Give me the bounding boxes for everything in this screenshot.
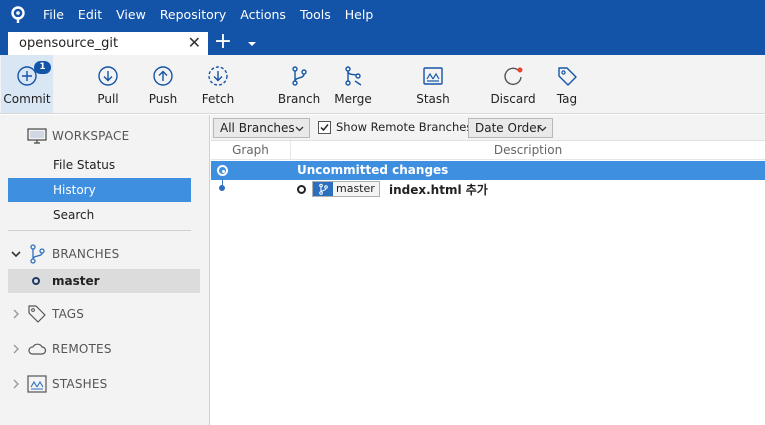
chevron-down-icon[interactable] xyxy=(10,248,22,260)
workspace-header: WORKSPACE xyxy=(0,124,210,148)
branch-filter-dropdown[interactable]: All Branches xyxy=(213,118,310,138)
tags-header[interactable]: TAGS xyxy=(0,302,210,326)
menu-view[interactable]: View xyxy=(109,0,153,30)
commit-label: Commit xyxy=(3,92,51,106)
pull-label: Pull xyxy=(97,92,119,106)
workspace-label: WORKSPACE xyxy=(52,129,130,143)
push-label: Push xyxy=(148,92,178,106)
stash-label: Stash xyxy=(416,92,450,106)
commit-node-icon xyxy=(219,185,225,191)
tag-icon xyxy=(558,67,577,86)
stash-icon xyxy=(27,375,47,393)
tab-title: opensource_git xyxy=(19,36,119,51)
tag-button[interactable]: Tag xyxy=(552,55,582,113)
branch-name: master xyxy=(52,274,100,288)
push-icon xyxy=(153,66,173,86)
checkmark-icon xyxy=(320,124,329,132)
head-commit-icon xyxy=(297,185,306,194)
branch-filter-value: All Branches xyxy=(220,121,295,135)
tag-label: Tag xyxy=(556,92,578,106)
add-tab-button[interactable]: + xyxy=(213,31,233,54)
branch-label: Branch xyxy=(277,92,321,106)
show-remote-branches-checkbox[interactable] xyxy=(318,121,331,134)
description-column-header[interactable]: Description xyxy=(291,141,765,160)
chevron-right-icon[interactable] xyxy=(10,343,22,355)
discard-button[interactable]: Discard xyxy=(490,55,536,113)
chevron-right-icon[interactable] xyxy=(10,308,22,320)
show-remote-branches-label[interactable]: Show Remote Branches xyxy=(336,120,472,134)
discard-icon xyxy=(504,67,523,86)
branch-icon xyxy=(30,244,45,264)
close-icon[interactable]: ✕ xyxy=(188,34,201,52)
fetch-icon xyxy=(208,66,228,86)
menu-bar: File Edit View Repository Actions Tools … xyxy=(0,0,765,30)
history-column-headers: Graph Description xyxy=(211,141,765,160)
branch-icon xyxy=(292,66,307,86)
fetch-button[interactable]: Fetch xyxy=(198,55,238,113)
commit-count-badge: 1 xyxy=(34,61,51,74)
push-button[interactable]: Push xyxy=(143,55,183,113)
uncommitted-changes-label: Uncommitted changes xyxy=(297,163,449,177)
cloud-icon xyxy=(28,343,47,355)
menu-help[interactable]: Help xyxy=(338,0,381,30)
chevron-down-icon xyxy=(295,126,304,132)
stashes-label: STASHES xyxy=(52,377,108,391)
tag-icon xyxy=(28,305,46,323)
remotes-label: REMOTES xyxy=(52,342,112,356)
branch-tag-name: master xyxy=(336,182,375,195)
table-row[interactable]: Uncommitted changes xyxy=(211,161,765,190)
pull-button[interactable]: Pull xyxy=(88,55,128,113)
history-filter-bar: All Branches Show Remote Branches Date O… xyxy=(211,115,765,141)
fetch-label: Fetch xyxy=(201,92,235,106)
monitor-icon xyxy=(27,128,47,144)
discard-label: Discard xyxy=(490,92,536,106)
menu-repository[interactable]: Repository xyxy=(153,0,233,30)
branch-label-tag: master xyxy=(312,181,380,197)
menu-file[interactable]: File xyxy=(36,0,71,30)
branch-icon xyxy=(313,182,333,196)
order-dropdown[interactable]: Date Order xyxy=(468,118,553,138)
toolbar: 1 Commit Pull Push Fetch Branch Merge St… xyxy=(0,55,765,114)
commit-button[interactable]: 1 Commit xyxy=(1,55,53,113)
merge-icon xyxy=(345,66,362,86)
menu-tools[interactable]: Tools xyxy=(293,0,338,30)
tab-bar: opensource_git ✕ xyxy=(0,30,765,55)
sidebar-divider xyxy=(8,230,191,231)
sidebar-branch-master[interactable]: master xyxy=(8,269,200,293)
sidebar-item-search[interactable]: Search xyxy=(8,203,191,227)
pull-icon xyxy=(98,66,118,86)
stash-button[interactable]: Stash xyxy=(413,55,453,113)
branch-button[interactable]: Branch xyxy=(278,55,320,113)
sidebar-item-history[interactable]: History xyxy=(8,178,191,202)
merge-label: Merge xyxy=(334,92,372,106)
order-value: Date Order xyxy=(475,121,542,135)
commit-message: index.html 추가 xyxy=(389,183,488,197)
sourcetree-logo-icon xyxy=(0,0,36,30)
branches-label: BRANCHES xyxy=(52,247,120,261)
remotes-header[interactable]: REMOTES xyxy=(0,337,210,361)
chevron-right-icon[interactable] xyxy=(10,378,22,390)
chevron-down-icon[interactable] xyxy=(245,38,259,50)
current-branch-icon xyxy=(32,277,40,285)
menu-edit[interactable]: Edit xyxy=(71,0,109,30)
stashes-header[interactable]: STASHES xyxy=(0,372,210,396)
graph-column-header[interactable]: Graph xyxy=(211,141,291,160)
tab-opensource-git[interactable]: opensource_git ✕ xyxy=(8,32,208,55)
branches-header[interactable]: BRANCHES xyxy=(0,242,210,266)
merge-button[interactable]: Merge xyxy=(333,55,373,113)
tags-label: TAGS xyxy=(52,307,85,321)
uncommitted-node-icon xyxy=(217,165,228,176)
stash-icon xyxy=(423,67,443,85)
menu-actions[interactable]: Actions xyxy=(233,0,293,30)
sidebar: WORKSPACE File Status History Search BRA… xyxy=(0,115,210,425)
sidebar-item-file-status[interactable]: File Status xyxy=(8,153,191,177)
table-row[interactable]: master index.html 추가 xyxy=(211,180,765,199)
chevron-down-icon xyxy=(538,126,547,132)
